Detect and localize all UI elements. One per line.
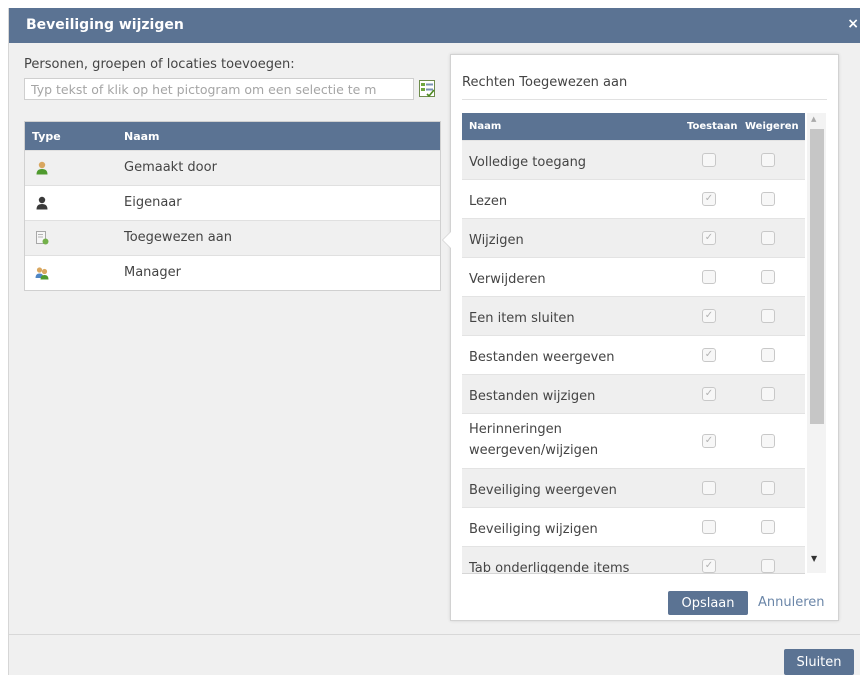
rights-panel-title: Rechten Toegewezen aan [462, 75, 628, 90]
permissions-rows: Volledige toegang Lezen ✓ Wijzigen ✓ Verwijde… [462, 140, 805, 574]
allow-checkbox[interactable]: ✓ [702, 231, 716, 245]
deny-checkbox[interactable] [761, 231, 775, 245]
permission-row: Verwijderen [462, 257, 805, 296]
permission-row: Beveiliging wijzigen [462, 507, 805, 546]
deny-checkbox[interactable] [761, 559, 775, 573]
allow-checkbox[interactable]: ✓ [702, 559, 716, 573]
allow-checkbox[interactable] [702, 270, 716, 284]
permissions-header: Naam Toestaan Weigeren [462, 113, 805, 140]
permission-row: Bestanden wijzigen ✓ [462, 374, 805, 413]
permission-label: Herinneringen weergeven/wijzigen [469, 422, 599, 458]
permissions-table: Naam Toestaan Weigeren Volledige toegang… [462, 113, 805, 574]
deny-checkbox[interactable] [761, 309, 775, 323]
deny-checkbox[interactable] [761, 481, 775, 495]
footer-divider [9, 634, 860, 635]
panel-pointer [442, 231, 451, 249]
column-deny: Weigeren [745, 121, 799, 132]
allow-checkbox[interactable]: ✓ [702, 309, 716, 323]
security-dialog: Beveiliging wijzigen × Personen, groepen… [8, 8, 860, 675]
close-icon[interactable]: × [847, 16, 859, 32]
column-name: Naam [469, 121, 502, 132]
scroll-up-icon[interactable]: ▲ [811, 115, 816, 123]
principal-row-assigned-to[interactable]: Toegewezen aan [25, 220, 440, 255]
permission-row: Tab onderliggende items ✓ [462, 546, 805, 574]
principal-type-table: Type Naam Gemaakt door Eigenaar Toegewez… [24, 121, 441, 291]
permission-row: Volledige toegang [462, 140, 805, 179]
save-button[interactable]: Opslaan [668, 591, 748, 615]
rights-panel: Rechten Toegewezen aan Naam Toestaan Wei… [442, 54, 839, 621]
allow-checkbox[interactable] [702, 153, 716, 167]
column-allow: Toestaan [687, 121, 738, 132]
permission-row: Bestanden weergeven ✓ [462, 335, 805, 374]
user-green-icon [36, 161, 48, 175]
user-dark-icon [36, 196, 48, 210]
permission-row: Wijzigen ✓ [462, 218, 805, 257]
permissions-scrollbar[interactable]: ▲ ▼ [807, 113, 826, 573]
permission-label: Beveiliging wijzigen [469, 522, 598, 537]
deny-checkbox[interactable] [761, 153, 775, 167]
permission-row: Herinneringen weergeven/wijzigen ✓ [462, 413, 805, 468]
principal-name: Gemaakt door [124, 160, 217, 175]
allow-checkbox[interactable]: ✓ [702, 192, 716, 206]
allow-checkbox[interactable]: ✓ [702, 387, 716, 401]
allow-checkbox[interactable]: ✓ [702, 348, 716, 362]
scrollbar-thumb[interactable] [810, 129, 824, 424]
add-principals-label: Personen, groepen of locaties toevoegen: [24, 57, 295, 72]
principal-name: Toegewezen aan [124, 230, 232, 245]
permission-row: Een item sluiten ✓ [462, 296, 805, 335]
permission-label: Bestanden wijzigen [469, 389, 596, 404]
deny-checkbox[interactable] [761, 270, 775, 284]
permission-label: Wijzigen [469, 233, 524, 248]
permission-label: Volledige toegang [469, 155, 587, 170]
cancel-link[interactable]: Annuleren [758, 595, 825, 610]
principal-row-created-by[interactable]: Gemaakt door [25, 150, 440, 185]
principal-row-owner[interactable]: Eigenaar [25, 185, 440, 220]
allow-checkbox[interactable] [702, 520, 716, 534]
deny-checkbox[interactable] [761, 348, 775, 362]
permission-label: Een item sluiten [469, 311, 575, 326]
assigned-doc-icon [36, 231, 49, 245]
deny-checkbox[interactable] [761, 192, 775, 206]
type-table-header: Type Naam [25, 122, 440, 150]
allow-checkbox[interactable] [702, 481, 716, 495]
principal-search-input[interactable] [24, 78, 414, 100]
deny-checkbox[interactable] [761, 387, 775, 401]
permission-label: Tab onderliggende items [469, 561, 630, 574]
principal-row-manager[interactable]: Manager [25, 255, 440, 290]
column-type: Type [32, 130, 61, 143]
principal-name: Eigenaar [124, 195, 182, 210]
permission-label: Lezen [469, 194, 508, 209]
deny-checkbox[interactable] [761, 434, 775, 448]
permission-label: Bestanden weergeven [469, 350, 615, 365]
permission-row: Lezen ✓ [462, 179, 805, 218]
divider [462, 99, 827, 100]
checklist-picker-icon[interactable] [419, 80, 435, 97]
deny-checkbox[interactable] [761, 520, 775, 534]
principal-name: Manager [124, 265, 181, 280]
scroll-down-icon[interactable]: ▼ [811, 554, 817, 563]
permission-row: Beveiliging weergeven [462, 468, 805, 507]
close-dialog-button[interactable]: Sluiten [784, 649, 854, 675]
permission-label: Beveiliging weergeven [469, 483, 617, 498]
permission-label: Verwijderen [469, 272, 546, 287]
dialog-titlebar: Beveiliging wijzigen × [9, 8, 860, 43]
allow-checkbox[interactable]: ✓ [702, 434, 716, 448]
column-name: Naam [124, 130, 160, 143]
group-icon [35, 267, 49, 280]
dialog-title: Beveiliging wijzigen [26, 17, 184, 33]
